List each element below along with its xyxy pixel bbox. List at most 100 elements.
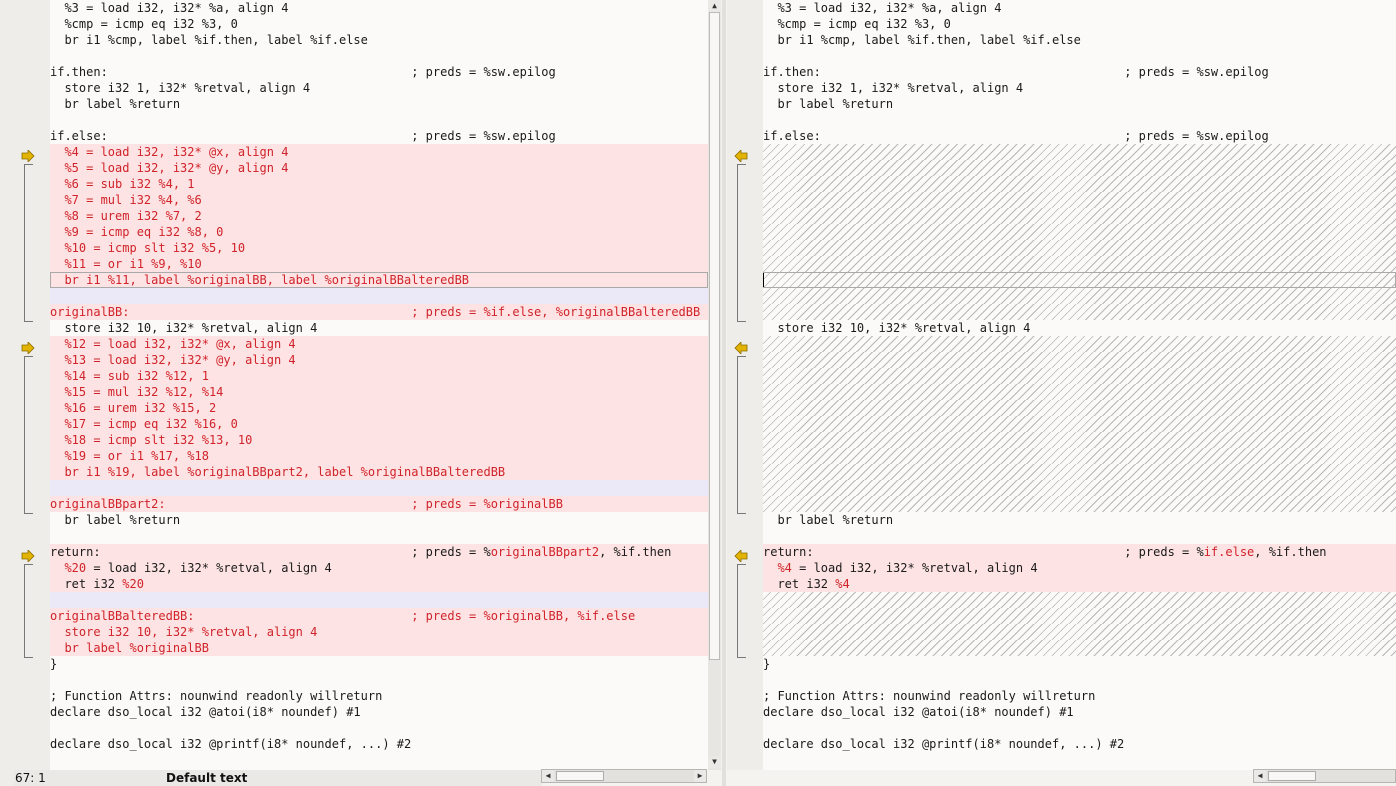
code-line[interactable] [763,528,1396,544]
left-code-view[interactable]: %3 = load i32, i32* %a, align 4 %cmp = i… [50,0,708,770]
code-line[interactable]: %4 = load i32, i32* @x, align 4 [50,144,708,160]
code-line[interactable]: ; Function Attrs: nounwind readonly will… [763,688,1396,704]
scroll-left-icon[interactable]: ◀ [1254,770,1266,782]
code-line[interactable]: br i1 %cmp, label %if.then, label %if.el… [50,32,708,48]
diff-arrow-right-icon[interactable] [21,150,35,162]
code-line[interactable]: %18 = icmp slt i32 %13, 10 [50,432,708,448]
code-line[interactable] [763,144,1396,160]
code-line[interactable] [50,720,708,736]
code-line[interactable] [763,48,1396,64]
code-line[interactable] [50,48,708,64]
code-line[interactable]: declare dso_local i32 @printf(i8* nounde… [50,736,708,752]
code-line[interactable]: %7 = mul i32 %4, %6 [50,192,708,208]
code-line[interactable]: %16 = urem i32 %15, 2 [50,400,708,416]
diff-arrow-right-icon[interactable] [21,342,35,354]
code-line[interactable]: %10 = icmp slt i32 %5, 10 [50,240,708,256]
code-line[interactable]: ret i32 %4 [763,576,1396,592]
code-line[interactable] [763,496,1396,512]
code-line[interactable]: %8 = urem i32 %7, 2 [50,208,708,224]
code-line[interactable] [50,480,708,496]
code-line[interactable]: br label %return [50,96,708,112]
diff-arrow-left-icon[interactable] [734,150,748,162]
code-line[interactable]: ret i32 %20 [50,576,708,592]
code-line[interactable] [763,352,1396,368]
left-vertical-scrollbar[interactable]: ▲ ▼ [708,0,721,770]
code-line[interactable]: store i32 10, i32* %retval, align 4 [50,320,708,336]
code-line[interactable]: } [763,656,1396,672]
code-line[interactable] [50,528,708,544]
scroll-up-icon[interactable]: ▲ [708,0,721,12]
code-line[interactable]: declare dso_local i32 @atoi(i8* noundef)… [763,704,1396,720]
left-diff-gutter[interactable] [14,0,50,770]
code-line[interactable] [763,432,1396,448]
code-line[interactable]: originalBBalteredBB: ; preds = %original… [50,608,708,624]
right-horizontal-scrollbar[interactable]: ◀ [1253,769,1396,783]
code-line[interactable] [763,336,1396,352]
code-line[interactable] [763,288,1396,304]
diff-arrow-left-icon[interactable] [734,342,748,354]
code-line[interactable] [50,592,708,608]
code-line[interactable]: ; Function Attrs: nounwind readonly will… [50,688,708,704]
code-line[interactable] [50,672,708,688]
code-line[interactable]: %11 = or i1 %9, %10 [50,256,708,272]
code-line[interactable] [763,448,1396,464]
code-line[interactable]: %14 = sub i32 %12, 1 [50,368,708,384]
code-line[interactable]: br i1 %11, label %originalBB, label %ori… [50,272,708,288]
code-line[interactable] [763,608,1396,624]
scrollbar-thumb[interactable] [1268,771,1316,781]
code-line[interactable] [763,416,1396,432]
code-line[interactable]: %9 = icmp eq i32 %8, 0 [50,224,708,240]
code-line[interactable]: %3 = load i32, i32* %a, align 4 [763,0,1396,16]
code-line[interactable] [763,464,1396,480]
code-line[interactable]: %cmp = icmp eq i32 %3, 0 [50,16,708,32]
code-line[interactable]: store i32 10, i32* %retval, align 4 [50,624,708,640]
code-line[interactable] [763,160,1396,176]
code-line[interactable]: originalBBpart2: ; preds = %originalBB [50,496,708,512]
scroll-right-icon[interactable]: ▶ [694,770,706,782]
code-line[interactable]: if.then: ; preds = %sw.epilog [50,64,708,80]
code-line[interactable] [763,224,1396,240]
code-line[interactable]: br label %originalBB [50,640,708,656]
code-line[interactable]: %12 = load i32, i32* @x, align 4 [50,336,708,352]
code-line[interactable]: store i32 10, i32* %retval, align 4 [763,320,1396,336]
code-line[interactable] [763,672,1396,688]
code-line[interactable]: if.else: ; preds = %sw.epilog [763,128,1396,144]
left-horizontal-scrollbar[interactable]: ◀ ▶ [541,769,707,783]
scroll-left-icon[interactable]: ◀ [542,770,554,782]
code-line[interactable]: %cmp = icmp eq i32 %3, 0 [763,16,1396,32]
right-diff-gutter[interactable] [727,0,763,770]
code-line[interactable]: declare dso_local i32 @printf(i8* nounde… [763,736,1396,752]
code-line[interactable]: originalBB: ; preds = %if.else, %origina… [50,304,708,320]
code-line[interactable] [763,624,1396,640]
code-line[interactable]: return: ; preds = %originalBBpart2, %if.… [50,544,708,560]
code-line[interactable] [763,240,1396,256]
code-line[interactable]: %4 = load i32, i32* %retval, align 4 [763,560,1396,576]
scrollbar-thumb[interactable] [709,12,720,660]
code-line[interactable]: %15 = mul i32 %12, %14 [50,384,708,400]
code-line[interactable]: %19 = or i1 %17, %18 [50,448,708,464]
code-line[interactable] [763,592,1396,608]
code-line[interactable] [763,480,1396,496]
code-line[interactable]: if.else: ; preds = %sw.epilog [50,128,708,144]
code-line[interactable]: %20 = load i32, i32* %retval, align 4 [50,560,708,576]
code-line[interactable]: %13 = load i32, i32* @y, align 4 [50,352,708,368]
code-line[interactable]: br label %return [50,512,708,528]
code-line[interactable] [763,720,1396,736]
code-line[interactable] [763,272,1396,288]
code-line[interactable] [763,400,1396,416]
code-line[interactable] [50,752,708,768]
code-line[interactable] [50,112,708,128]
code-line[interactable] [763,304,1396,320]
code-line[interactable]: %17 = icmp eq i32 %16, 0 [50,416,708,432]
code-line[interactable] [763,192,1396,208]
code-line[interactable]: if.then: ; preds = %sw.epilog [763,64,1396,80]
code-line[interactable] [763,384,1396,400]
code-line[interactable]: br i1 %cmp, label %if.then, label %if.el… [763,32,1396,48]
code-line[interactable]: store i32 1, i32* %retval, align 4 [50,80,708,96]
code-line[interactable] [763,752,1396,768]
diff-arrow-right-icon[interactable] [21,550,35,562]
code-line[interactable]: br label %return [763,512,1396,528]
code-line[interactable]: br i1 %19, label %originalBBpart2, label… [50,464,708,480]
scroll-down-icon[interactable]: ▼ [708,756,721,768]
code-line[interactable] [763,112,1396,128]
